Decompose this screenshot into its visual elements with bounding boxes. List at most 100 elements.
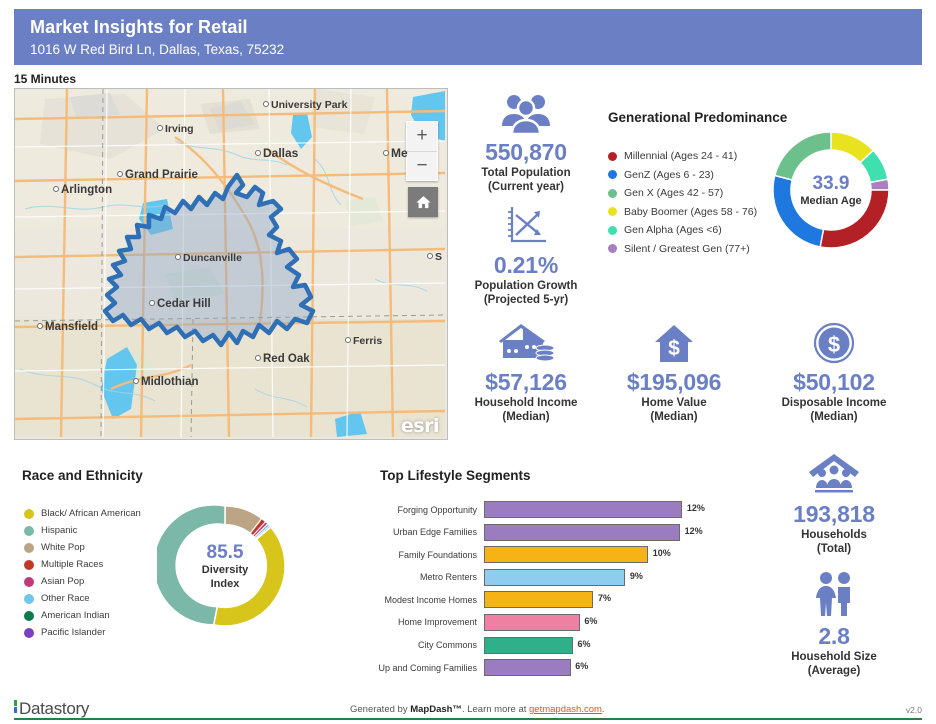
household-income-label: Household Income bbox=[474, 397, 578, 409]
legend-swatch bbox=[24, 576, 34, 587]
legend-item: Gen X (Ages 42 - 57) bbox=[608, 187, 757, 199]
legend-item: American Indian bbox=[24, 610, 141, 621]
bar-row: Up and Coming Families 6% bbox=[372, 658, 712, 677]
bar-fill bbox=[484, 546, 649, 564]
population-growth-sublabel: (Projected 5-yr) bbox=[483, 294, 569, 306]
legend-swatch bbox=[24, 559, 34, 570]
footer-suffix: . bbox=[601, 704, 605, 715]
race-section-title: Race and Ethnicity bbox=[22, 468, 143, 483]
map-city-label: Ferris bbox=[345, 335, 382, 347]
stat-home-value: $ $195,096 Home Value (Median) bbox=[608, 322, 740, 424]
bar-row: Urban Edge Families 12% bbox=[372, 523, 712, 542]
map-zoom-controls[interactable]: + − bbox=[406, 121, 438, 181]
household-income-value: $57,126 bbox=[485, 369, 567, 395]
bar-track: 12% bbox=[484, 501, 712, 518]
generational-section-title: Generational Predominance bbox=[608, 110, 788, 125]
household-family-icon bbox=[809, 454, 859, 493]
map-zoom-out-button[interactable]: − bbox=[407, 152, 437, 181]
footer-product: MapDash™ bbox=[410, 704, 462, 715]
home-value-value: $195,096 bbox=[626, 369, 722, 395]
map-home-button[interactable] bbox=[408, 187, 438, 217]
legend-label: Gen Alpha (Ages <6) bbox=[624, 224, 722, 236]
bar-track: 6% bbox=[484, 613, 712, 631]
bar-value-label: 12% bbox=[686, 503, 705, 513]
bar-value-label: 6% bbox=[575, 661, 589, 672]
legend-item: Millennial (Ages 24 - 41) bbox=[608, 150, 757, 162]
bar-row: Home Improvement 6% bbox=[372, 613, 712, 632]
house-dollar-icon: $ bbox=[655, 325, 693, 362]
legend-item: Baby Boomer (Ages 58 - 76) bbox=[608, 206, 757, 218]
footer-mid: . Learn more at bbox=[461, 704, 530, 715]
logo-mark-green bbox=[14, 700, 17, 706]
svg-text:$: $ bbox=[828, 332, 840, 357]
legend-label: Black/ African American bbox=[41, 508, 141, 519]
bar-track: 10% bbox=[484, 546, 712, 564]
map-city-label: University Park bbox=[263, 99, 347, 111]
bar-value-label: 7% bbox=[598, 593, 612, 604]
stat-disposable-income: $ $50,102 Disposable Income (Median) bbox=[760, 322, 908, 424]
dollar-coin-icon: $ bbox=[813, 322, 855, 364]
bar-category-label: Modest Income Homes bbox=[384, 594, 477, 605]
bar-fill bbox=[484, 636, 573, 654]
generational-donut-chart: 33.9 Median Age bbox=[765, 124, 897, 256]
donut-slice-millennial bbox=[819, 189, 890, 249]
stat-total-population: 550,870 Total Population (Current year) bbox=[456, 92, 596, 194]
donut-slice-black-african-american bbox=[212, 526, 286, 627]
bar-value-label: 6% bbox=[584, 615, 598, 626]
legend-swatch bbox=[608, 151, 617, 161]
map-zoom-in-button[interactable]: + bbox=[407, 122, 437, 152]
legend-label: Gen X (Ages 42 - 57) bbox=[624, 187, 724, 199]
home-value-sublabel: (Median) bbox=[650, 411, 698, 423]
legend-item: Black/ African American bbox=[24, 508, 141, 519]
total-population-value: 550,870 bbox=[485, 139, 567, 165]
footer-attribution: Generated by MapDash™. Learn more at get… bbox=[350, 704, 605, 715]
bar-fill bbox=[484, 613, 580, 631]
map-city-label: S bbox=[427, 251, 442, 263]
map-container[interactable]: + − esri University Park Irving Dallas M… bbox=[14, 88, 448, 440]
bar-track: 6% bbox=[484, 659, 712, 677]
donut-slice-gen-x bbox=[773, 131, 832, 181]
legend-swatch bbox=[608, 207, 617, 216]
legend-label: Hispanic bbox=[41, 525, 78, 536]
stat-population-growth: 0.21% Population Growth (Projected 5-yr) bbox=[456, 205, 596, 307]
stat-household-size: 2.8 Household Size (Average) bbox=[760, 570, 908, 678]
people-group-icon bbox=[502, 95, 550, 134]
legend-swatch bbox=[24, 593, 34, 604]
two-people-icon bbox=[816, 572, 850, 616]
lifestyle-section-title: Top Lifestyle Segments bbox=[380, 468, 531, 483]
page-subtitle-address: 1016 W Red Bird Ln, Dallas, Texas, 75232 bbox=[30, 42, 285, 57]
legend-swatch bbox=[24, 542, 34, 553]
generational-legend: Millennial (Ages 24 - 41) GenZ (Ages 6 -… bbox=[608, 150, 757, 261]
legend-item: Asian Pop bbox=[24, 576, 141, 587]
dashboard-page: Market Insights for Retail 1016 W Red Bi… bbox=[0, 0, 936, 724]
bar-value-label: 9% bbox=[629, 570, 643, 581]
bar-row: Metro Renters 9% bbox=[372, 568, 712, 587]
legend-label: Pacific Islander bbox=[41, 627, 106, 638]
map-drive-time-label: 15 Minutes bbox=[14, 72, 77, 86]
bar-fill bbox=[484, 523, 681, 541]
map-city-label: Cedar Hill bbox=[149, 298, 211, 310]
disposable-income-label: Disposable Income bbox=[781, 397, 887, 409]
map-city-label: Arlington bbox=[53, 184, 112, 196]
bar-track: 6% bbox=[484, 636, 712, 654]
legend-swatch bbox=[24, 508, 34, 519]
footer-link[interactable]: getmapdash.com bbox=[529, 704, 602, 715]
legend-item: White Pop bbox=[24, 542, 141, 553]
bar-category-label: Home Improvement bbox=[397, 617, 477, 628]
bar-row: City Commons 6% bbox=[372, 636, 712, 655]
bar-category-label: City Commons bbox=[417, 640, 477, 651]
datastory-logo: Datastory bbox=[14, 699, 89, 719]
bar-track: 9% bbox=[484, 568, 712, 586]
bar-category-label: Metro Renters bbox=[419, 572, 477, 583]
population-growth-label: Population Growth bbox=[474, 280, 578, 292]
map-city-label: Midlothian bbox=[133, 376, 199, 388]
legend-label: GenZ (Ages 6 - 23) bbox=[624, 168, 714, 181]
legend-swatch bbox=[24, 610, 34, 621]
legend-swatch bbox=[24, 627, 34, 638]
home-icon bbox=[415, 195, 431, 208]
legend-label: Baby Boomer (Ages 58 - 76) bbox=[624, 205, 758, 218]
population-growth-value: 0.21% bbox=[493, 252, 559, 278]
legend-swatch bbox=[608, 225, 617, 235]
legend-item: Silent / Greatest Gen (77+) bbox=[608, 243, 757, 255]
report-header: Market Insights for Retail 1016 W Red Bi… bbox=[14, 9, 922, 65]
